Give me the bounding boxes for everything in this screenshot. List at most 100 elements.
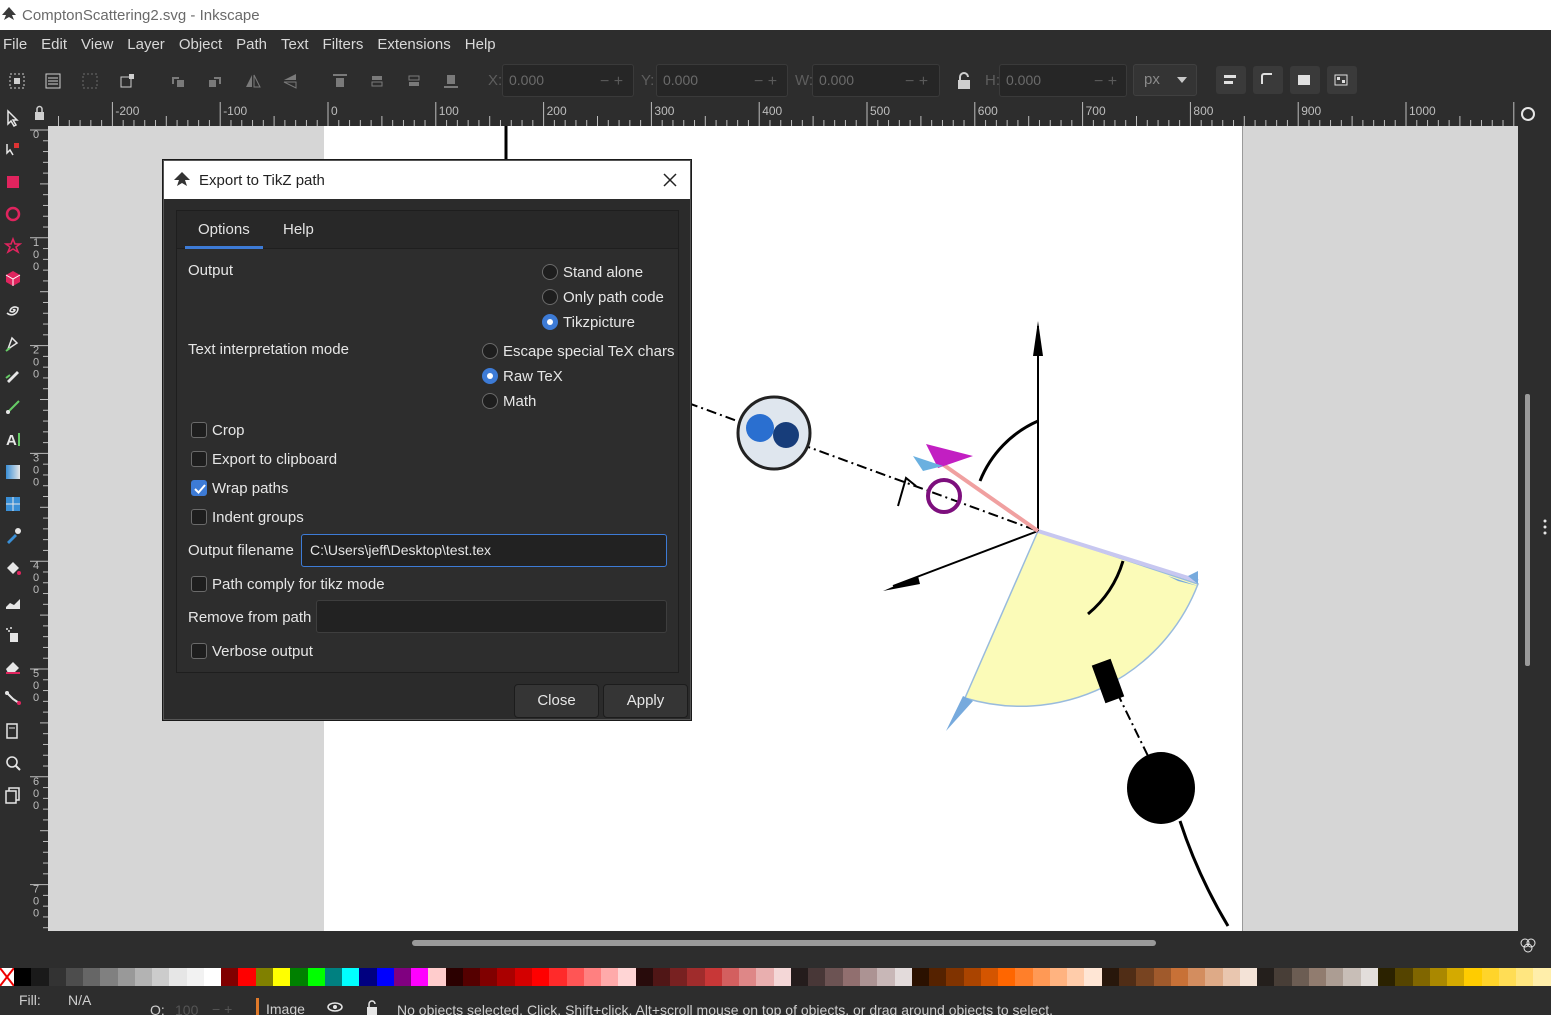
ellipse-tool-icon[interactable] bbox=[2, 203, 24, 225]
lower-to-bottom-icon[interactable] bbox=[438, 68, 464, 94]
checkbox-path-comply[interactable] bbox=[191, 576, 207, 592]
color-swatch[interactable] bbox=[14, 968, 32, 986]
color-swatch[interactable] bbox=[480, 968, 498, 986]
opacity-stepper[interactable]: − + bbox=[212, 1001, 232, 1015]
color-swatch[interactable] bbox=[877, 968, 895, 986]
color-swatch[interactable] bbox=[635, 968, 653, 986]
pen-tool-icon[interactable] bbox=[2, 333, 24, 355]
color-swatch[interactable] bbox=[514, 968, 532, 986]
checkbox-indent-groups[interactable] bbox=[191, 509, 207, 525]
radio-escape-tex[interactable] bbox=[482, 343, 498, 359]
color-swatch[interactable] bbox=[117, 968, 135, 986]
unlock-icon[interactable] bbox=[365, 999, 379, 1015]
w-stepper[interactable]: − + bbox=[905, 73, 928, 91]
opacity-field[interactable]: 100 bbox=[175, 1002, 198, 1015]
horizontal-scrollbar[interactable] bbox=[48, 931, 1518, 961]
color-swatch[interactable] bbox=[1429, 968, 1448, 986]
color-swatch[interactable] bbox=[1257, 968, 1275, 986]
color-swatch[interactable] bbox=[1032, 968, 1050, 986]
color-palette[interactable] bbox=[0, 968, 1551, 986]
checkbox-export-clipboard[interactable] bbox=[191, 451, 207, 467]
rotate-ccw-icon[interactable] bbox=[165, 68, 191, 94]
color-swatch[interactable] bbox=[1343, 968, 1361, 986]
color-swatch[interactable] bbox=[359, 968, 377, 986]
color-swatch[interactable] bbox=[272, 968, 291, 986]
h-stepper[interactable]: − + bbox=[1094, 73, 1117, 91]
current-layer[interactable]: Image bbox=[266, 1001, 305, 1015]
color-swatch[interactable] bbox=[238, 968, 256, 986]
transform-handles-icon[interactable] bbox=[114, 68, 140, 94]
apply-button[interactable]: Apply bbox=[603, 684, 688, 718]
menu-object[interactable]: Object bbox=[172, 30, 229, 60]
no-paint-swatch[interactable] bbox=[0, 968, 14, 986]
rectangle-tool-icon[interactable] bbox=[2, 171, 24, 193]
color-swatch[interactable] bbox=[1205, 968, 1223, 986]
select-all-layers-icon[interactable] bbox=[40, 68, 66, 94]
color-swatch[interactable] bbox=[1326, 968, 1344, 986]
color-swatch[interactable] bbox=[549, 968, 567, 986]
close-icon[interactable] bbox=[660, 170, 680, 190]
color-swatch[interactable] bbox=[376, 968, 394, 986]
checkbox-crop[interactable] bbox=[191, 422, 207, 438]
color-swatch[interactable] bbox=[687, 968, 705, 986]
checkbox-wrap-paths[interactable] bbox=[191, 480, 207, 496]
radio-only-path-code[interactable] bbox=[542, 289, 558, 305]
color-swatch[interactable] bbox=[1049, 968, 1068, 986]
color-swatch[interactable] bbox=[48, 968, 66, 986]
color-swatch[interactable] bbox=[324, 968, 343, 986]
color-swatch[interactable] bbox=[1067, 968, 1085, 986]
color-swatch[interactable] bbox=[1308, 968, 1327, 986]
output-filename-input[interactable]: C:\Users\jeff\Desktop\test.tex bbox=[301, 534, 667, 567]
unit-select[interactable]: px bbox=[1133, 64, 1197, 96]
star-tool-icon[interactable] bbox=[2, 235, 24, 257]
rotate-cw-icon[interactable] bbox=[202, 68, 228, 94]
radio-tikzpicture[interactable] bbox=[542, 314, 558, 330]
color-swatch[interactable] bbox=[946, 968, 964, 986]
color-swatch[interactable] bbox=[1170, 968, 1189, 986]
color-swatch[interactable] bbox=[825, 968, 843, 986]
color-swatch[interactable] bbox=[65, 968, 84, 986]
dropper-tool-icon[interactable] bbox=[2, 525, 24, 547]
color-swatch[interactable] bbox=[704, 968, 722, 986]
checkbox-indent-groups-label[interactable]: Indent groups bbox=[212, 509, 304, 526]
pages-tool-icon[interactable] bbox=[2, 784, 24, 806]
menu-file[interactable]: File bbox=[0, 30, 34, 60]
connector-tool-icon[interactable] bbox=[2, 687, 24, 709]
color-swatch[interactable] bbox=[773, 968, 791, 986]
color-swatch[interactable] bbox=[186, 968, 204, 986]
remove-from-path-input[interactable] bbox=[316, 600, 667, 633]
color-swatch[interactable] bbox=[1291, 968, 1309, 986]
radio-escape-tex-label[interactable]: Escape special TeX chars bbox=[503, 343, 674, 360]
color-swatch[interactable] bbox=[1412, 968, 1430, 986]
menu-extensions[interactable]: Extensions bbox=[370, 30, 457, 60]
color-swatch[interactable] bbox=[497, 968, 515, 986]
scale-corners-icon[interactable] bbox=[1253, 66, 1283, 94]
gradient-tool-icon[interactable] bbox=[2, 461, 24, 483]
color-swatch[interactable] bbox=[739, 968, 757, 986]
color-swatch[interactable] bbox=[1274, 968, 1292, 986]
menu-layer[interactable]: Layer bbox=[120, 30, 172, 60]
checkbox-path-comply-label[interactable]: Path comply for tikz mode bbox=[212, 576, 385, 593]
selector-tool-icon[interactable] bbox=[2, 107, 24, 129]
color-swatch[interactable] bbox=[1395, 968, 1413, 986]
color-swatch[interactable] bbox=[842, 968, 861, 986]
paint-bucket-tool-icon[interactable] bbox=[2, 557, 24, 579]
close-button[interactable]: Close bbox=[514, 684, 599, 718]
color-swatch[interactable] bbox=[670, 968, 688, 986]
color-swatch[interactable] bbox=[342, 968, 360, 986]
checkbox-verbose[interactable] bbox=[191, 643, 207, 659]
radio-math[interactable] bbox=[482, 393, 498, 409]
menu-view[interactable]: View bbox=[74, 30, 120, 60]
color-swatch[interactable] bbox=[134, 968, 153, 986]
flip-vertical-icon[interactable] bbox=[277, 68, 303, 94]
color-swatch[interactable] bbox=[601, 968, 619, 986]
checkbox-verbose-label[interactable]: Verbose output bbox=[212, 643, 313, 660]
menu-help[interactable]: Help bbox=[458, 30, 503, 60]
radio-only-path-code-label[interactable]: Only path code bbox=[563, 289, 664, 306]
color-swatch[interactable] bbox=[1377, 968, 1396, 986]
color-swatch[interactable] bbox=[618, 968, 636, 986]
radio-raw-tex-label[interactable]: Raw TeX bbox=[503, 368, 563, 385]
color-swatch[interactable] bbox=[221, 968, 239, 986]
color-swatch[interactable] bbox=[721, 968, 740, 986]
color-swatch[interactable] bbox=[1481, 968, 1499, 986]
